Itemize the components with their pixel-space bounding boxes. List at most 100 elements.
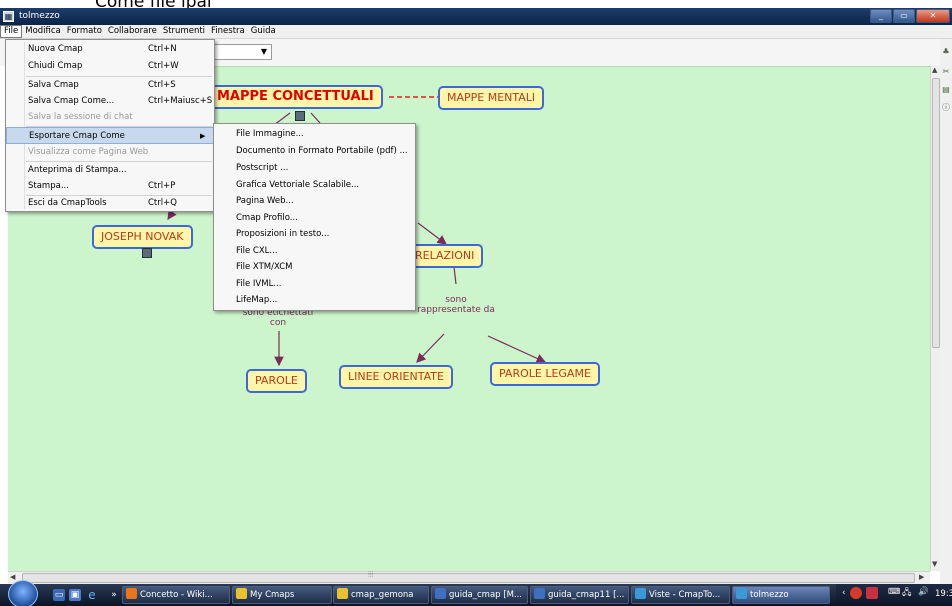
menu-item-anteprima-stampa[interactable]: Anteprima di Stampa... (6, 162, 214, 179)
menu-collaborare[interactable]: Collaborare (105, 25, 160, 38)
menu-item-nuova-cmap[interactable]: Nuova Cmap Ctrl+N (6, 41, 214, 58)
show-desktop-icon[interactable]: ▭ (53, 589, 65, 601)
node-mappe-mentali[interactable]: MAPPE MENTALI (438, 86, 545, 110)
language-icon[interactable]: ⌨ (888, 587, 900, 597)
menu-guida[interactable]: Guida (248, 25, 279, 38)
cmaptools-app-icon: ▦ (3, 11, 14, 22)
task-cmap-gemona[interactable]: cmap_gemona (333, 586, 429, 604)
network-icon[interactable]: 🖧 (902, 587, 911, 601)
image-resource-icon[interactable] (295, 111, 305, 121)
menu-item-label: Anteprima di Stampa... (28, 165, 127, 175)
submenu-item-file-immagine[interactable]: File Immagine... (214, 126, 415, 143)
menu-item-label: File CXL... (236, 246, 278, 256)
submenu-item-cmap-profilo[interactable]: Cmap Profilo... (214, 210, 415, 227)
menu-item-chiudi-cmap[interactable]: Chiudi Cmap Ctrl+W (6, 58, 214, 75)
menu-item-label: Chiudi Cmap (28, 61, 83, 71)
link-label-sono-rappresentate-da[interactable]: sono rappresentate da (416, 295, 496, 315)
window-controls: _ ▭ ✕ (869, 9, 950, 23)
node-mappe-concettuali[interactable]: MAPPE CONCETTUALI (208, 85, 383, 109)
node-parole[interactable]: PAROLE (246, 369, 307, 393)
start-button[interactable] (8, 580, 38, 606)
chevron-right-icon[interactable]: » (108, 589, 120, 601)
volume-icon[interactable]: 🔊 (918, 587, 929, 597)
node-linee-orientate[interactable]: LINEE ORIENTATE (339, 365, 453, 389)
styles-icon[interactable]: ♣ (941, 47, 951, 57)
chevron-left-icon[interactable]: ‹ (842, 588, 845, 598)
folder-icon (236, 588, 247, 599)
menu-modifica[interactable]: Modifica (22, 25, 64, 38)
maximize-button[interactable]: ▭ (893, 9, 915, 23)
node-relazioni[interactable]: RELAZIONI (406, 244, 484, 268)
menu-item-esci[interactable]: Esci da CmapTools Ctrl+Q (6, 195, 214, 212)
menu-finestra[interactable]: Finestra (208, 25, 248, 38)
export-submenu: File Immagine... Documento in Formato Po… (213, 123, 416, 311)
scroll-down-icon[interactable]: ▼ (932, 560, 937, 568)
menu-item-label: Documento in Formato Portabile (pdf) ... (236, 146, 408, 156)
menu-item-label: Postscript ... (236, 163, 289, 173)
task-concetto-wiki[interactable]: Concetto - Wiki... (122, 586, 230, 604)
menu-formato[interactable]: Formato (64, 25, 105, 38)
internet-explorer-icon[interactable]: e (86, 589, 98, 601)
scroll-grip-icon: ⦙⦙⦙ (368, 570, 374, 579)
mail-icon[interactable] (866, 587, 878, 599)
menu-item-salva-cmap-come[interactable]: Salva Cmap Come... Ctrl+Maiusc+S (6, 93, 214, 110)
list-icon[interactable]: ▤ (941, 85, 951, 95)
submenu-item-svg[interactable]: Grafica Vettoriale Scalabile... (214, 177, 415, 194)
submenu-item-proposizioni[interactable]: Proposizioni in testo... (214, 226, 415, 243)
menu-item-stampa[interactable]: Stampa... Ctrl+P (6, 178, 214, 195)
task-guida-cmap11[interactable]: guida_cmap11 [... (530, 586, 629, 604)
title-bar: ▦ tolmezzo _ ▭ ✕ (0, 8, 952, 25)
scroll-right-icon[interactable]: ▶ (919, 573, 924, 581)
menu-item-shortcut: Ctrl+P (148, 181, 176, 191)
image-resource-icon[interactable] (142, 248, 152, 258)
menu-item-salva-cmap[interactable]: Salva Cmap Ctrl+S (6, 77, 214, 94)
submenu-item-cxl[interactable]: File CXL... (214, 243, 415, 260)
word-icon (534, 588, 545, 599)
switch-windows-icon[interactable]: ▣ (69, 589, 81, 601)
task-tolmezzo[interactable]: tolmezzo (732, 586, 830, 604)
horizontal-scroll-thumb[interactable] (22, 573, 915, 583)
submenu-item-pagina-web[interactable]: Pagina Web... (214, 193, 415, 210)
chevron-down-icon: ▼ (260, 47, 267, 56)
close-button[interactable]: ✕ (916, 9, 950, 23)
link-label-sono-etichettati-con[interactable]: sono etichettati con (238, 308, 318, 328)
menu-item-shortcut: Ctrl+N (148, 44, 177, 54)
menu-item-shortcut: Ctrl+Maiusc+S (148, 96, 213, 106)
vertical-scrollbar[interactable]: ▲ ▼ (930, 66, 940, 571)
menu-item-label: Esportare Cmap Come (29, 131, 125, 141)
word-icon (435, 588, 446, 599)
submenu-item-lifemap[interactable]: LifeMap... (214, 292, 415, 309)
scroll-left-icon[interactable]: ◀ (10, 573, 15, 581)
cmaptools-icon (736, 588, 747, 599)
horizontal-scrollbar[interactable]: ◀ ⦙⦙⦙ ▶ (8, 570, 930, 584)
info-icon[interactable]: ⓘ (941, 103, 951, 113)
submenu-item-ivml[interactable]: File IVML... (214, 276, 415, 293)
task-viste-cmaptools[interactable]: Viste - CmapTo... (631, 586, 730, 604)
menu-item-visualizza-pagina-web[interactable]: Visualizza come Pagina Web (6, 144, 214, 161)
menu-item-salva-sessione-chat[interactable]: Salva la sessione di chat (6, 109, 214, 126)
menu-strumenti[interactable]: Strumenti (160, 25, 208, 38)
menu-item-label: Nuova Cmap (28, 44, 83, 54)
task-my-cmaps[interactable]: My Cmaps (232, 586, 332, 604)
submenu-item-postscript[interactable]: Postscript ... (214, 160, 415, 177)
font-dropdown[interactable]: ▼ (210, 44, 272, 60)
antivirus-icon[interactable] (850, 587, 862, 599)
menu-item-shortcut: Ctrl+W (148, 61, 179, 71)
scroll-up-icon[interactable]: ▲ (932, 66, 937, 74)
task-guida-cmap[interactable]: guida_cmap [M... (431, 586, 528, 604)
side-tool-strip: ♣ ✂ ▤ ⓘ (940, 39, 952, 584)
arrow-to-parole-legame (487, 335, 547, 363)
submenu-item-xtm[interactable]: File XTM/XCM (214, 259, 415, 276)
menu-item-label: Visualizza come Pagina Web (28, 147, 149, 157)
task-label: tolmezzo (750, 590, 789, 600)
tools-icon[interactable]: ✂ (941, 67, 951, 77)
menu-file[interactable]: File (0, 25, 23, 38)
node-joseph-novak[interactable]: JOSEPH NOVAK (92, 225, 193, 249)
node-parole-legame[interactable]: PAROLE LEGAME (490, 362, 600, 386)
minimize-button[interactable]: _ (870, 9, 892, 23)
task-label: Concetto - Wiki... (140, 590, 213, 600)
clock[interactable]: 19:33 (935, 589, 952, 599)
submenu-item-pdf[interactable]: Documento in Formato Portabile (pdf) ... (214, 143, 415, 160)
vertical-scroll-thumb[interactable] (932, 78, 940, 348)
menu-item-esportare-cmap-come[interactable]: Esportare Cmap Come ▶ (6, 127, 214, 144)
